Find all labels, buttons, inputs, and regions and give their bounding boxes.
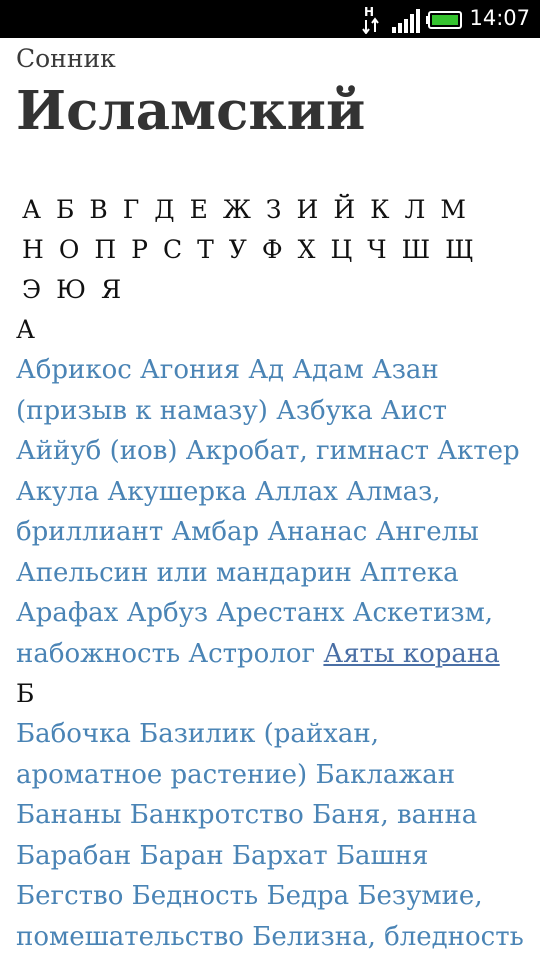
battery-icon	[426, 11, 462, 29]
alphabet-letter[interactable]: Б	[56, 190, 74, 230]
word-link[interactable]: Баран	[140, 841, 224, 871]
section-letter: А	[16, 315, 35, 344]
alphabet-letter[interactable]: Ю	[56, 270, 86, 310]
word-link[interactable]: Аяты корана	[323, 639, 499, 669]
word-link[interactable]: Астролог	[188, 639, 315, 669]
word-link[interactable]: Аист	[381, 396, 447, 426]
alphabet-index: А Б В Г Д Е Ж З И Й К Л М Н О П Р С Т У Ф Х Ц Ч Ш Щ Э Ю Я	[22, 190, 512, 310]
alphabet-letter[interactable]: В	[89, 190, 107, 230]
word-link[interactable]: Аййуб (иов)	[16, 436, 177, 466]
alphabet-letter[interactable]: С	[163, 230, 182, 270]
word-link[interactable]: Барабан	[16, 841, 131, 871]
alphabet-letter[interactable]: З	[266, 190, 282, 230]
word-link[interactable]: Башня	[336, 841, 429, 871]
word-link[interactable]: Бананы	[16, 800, 121, 830]
alphabet-letter[interactable]: Н	[22, 230, 44, 270]
alphabet-letter[interactable]: О	[59, 230, 80, 270]
alphabet-letter[interactable]: Ж	[223, 190, 251, 230]
alphabet-letter[interactable]: Л	[404, 190, 425, 230]
word-list: Абрикос Агония Ад Адам Азан (призыв к на…	[16, 350, 528, 674]
alphabet-letter[interactable]: П	[94, 230, 116, 270]
word-link[interactable]: Аллах	[255, 477, 338, 507]
word-link[interactable]: Апельсин или мандарин	[16, 558, 352, 588]
signal-icon	[392, 9, 420, 33]
word-link[interactable]: Баклажан	[315, 760, 455, 790]
word-link[interactable]: Адам	[292, 355, 363, 385]
word-link[interactable]: Аптека	[360, 558, 459, 588]
dictionary-sections: А Абрикос Агония Ад Адам Азан (призыв к н…	[16, 310, 528, 957]
alphabet-letter[interactable]: Т	[197, 230, 214, 270]
word-link[interactable]: Арбуз	[127, 598, 208, 628]
alphabet-letter[interactable]: Е	[190, 190, 208, 230]
word-link[interactable]: Абрикос	[16, 355, 132, 385]
svg-text:H: H	[364, 5, 374, 19]
word-link[interactable]: Акробат, гимнаст	[186, 436, 429, 466]
alphabet-letter[interactable]: К	[370, 190, 389, 230]
word-link[interactable]: Бедность	[132, 881, 259, 911]
word-link[interactable]: Ад	[248, 355, 284, 385]
alphabet-letter[interactable]: М	[440, 190, 466, 230]
word-link[interactable]: Акула	[16, 477, 99, 507]
word-link[interactable]: Амбар	[171, 517, 259, 547]
word-link[interactable]: Ангелы	[376, 517, 479, 547]
word-link[interactable]: Актер	[437, 436, 519, 466]
status-bar: H 14:07	[0, 0, 540, 38]
word-link[interactable]: Бархат	[232, 841, 328, 871]
status-time: 14:07	[469, 6, 530, 30]
word-link[interactable]: Ананас	[267, 517, 367, 547]
alphabet-letter[interactable]: Х	[298, 230, 316, 270]
page-title: Исламский	[16, 80, 366, 142]
word-link[interactable]: Агония	[140, 355, 240, 385]
alphabet-letter[interactable]: Ш	[402, 230, 431, 270]
word-link[interactable]: Бедра	[266, 881, 349, 911]
alphabet-letter[interactable]: Г	[123, 190, 140, 230]
alphabet-letter[interactable]: Я	[101, 270, 121, 310]
alphabet-letter[interactable]: А	[22, 190, 41, 230]
word-link[interactable]: Бегство	[16, 881, 123, 911]
alphabet-letter[interactable]: Э	[22, 270, 41, 310]
alphabet-letter[interactable]: Ц	[330, 230, 352, 270]
alphabet-letter[interactable]: Р	[131, 230, 148, 270]
network-h-icon: H	[362, 5, 379, 34]
word-link[interactable]: Бабочка	[16, 719, 131, 749]
alphabet-letter[interactable]: Й	[333, 190, 355, 230]
page-subtitle: Сонник	[16, 44, 116, 73]
word-link[interactable]: Белизна, бледность	[252, 922, 524, 952]
alphabet-letter[interactable]: И	[297, 190, 319, 230]
section-letter: Б	[16, 679, 35, 708]
word-link[interactable]: Азбука	[276, 396, 373, 426]
word-list: Бабочка Базилик (райхан, ароматное расте…	[16, 714, 528, 957]
alphabet-letter[interactable]: Щ	[445, 230, 474, 270]
article: Сонник Исламский А Б В Г Д Е Ж З И Й К Л МН О П Р С Т У Ф Х Ц…	[16, 38, 528, 957]
alphabet-letter[interactable]: Ф	[262, 230, 283, 270]
word-link[interactable]: Банкротство	[130, 800, 304, 830]
word-link[interactable]: Арестанх	[216, 598, 344, 628]
alphabet-letter[interactable]: Д	[154, 190, 174, 230]
word-link[interactable]: Баня, ванна	[312, 800, 477, 830]
word-link[interactable]: Арафах	[16, 598, 118, 628]
word-link[interactable]: Акушерка	[108, 477, 247, 507]
alphabet-letter[interactable]: У	[229, 230, 247, 270]
alphabet-letter[interactable]: Ч	[367, 230, 386, 270]
